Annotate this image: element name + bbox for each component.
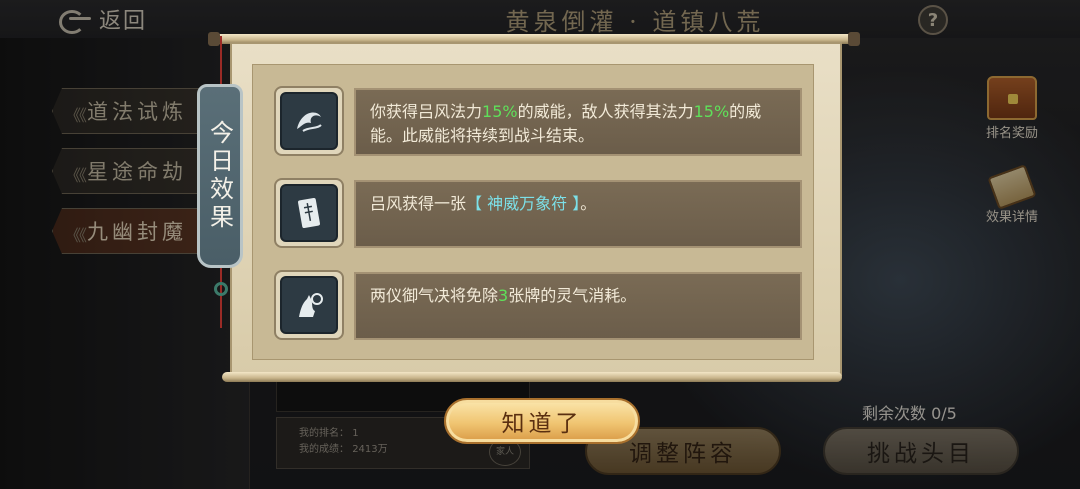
effect-description: 两仪御气决将免除3张牌的灵气消耗。 (354, 272, 802, 340)
effect-row: 吕风获得一张【 神威万象符 】。 (270, 176, 805, 252)
talisman-card-icon (280, 184, 338, 242)
effect-text-part: 你获得吕风法力 (370, 102, 483, 121)
effect-highlight: 【 神威万象符 】 (466, 194, 581, 213)
effect-highlight: 15% (693, 102, 730, 121)
effect-text-part: 两仪御气决将免除 (370, 286, 499, 305)
effect-text-part: 张牌的灵气消耗。 (508, 286, 637, 305)
effect-highlight: 3 (498, 286, 509, 305)
scroll-bottom-rod (222, 372, 842, 382)
confirm-button[interactable]: 知道了 (444, 398, 640, 444)
effect-description: 吕风获得一张【 神威万象符 】。 (354, 180, 802, 248)
effect-icon-frame (274, 86, 344, 156)
rod-cap (208, 32, 220, 46)
effect-highlight: 15% (482, 102, 518, 121)
today-effect-tag: 今日效果 (197, 84, 243, 268)
tag-string (220, 36, 222, 88)
effect-description: 你获得吕风法力15%的威能，敌人获得其法力15%的威能。此威能将持续到战斗结束。 (354, 88, 802, 156)
effect-icon-frame (274, 178, 344, 248)
tag-tassel (220, 268, 222, 328)
effect-text-part: 。 (580, 194, 597, 213)
effect-icon-frame (274, 270, 344, 340)
effect-text-part: 吕风获得一张 (370, 194, 467, 213)
effect-row: 两仪御气决将免除3张牌的灵气消耗。 (270, 268, 805, 344)
jade-ring-icon (214, 282, 228, 296)
effect-text-part: 的威能，敌人获得其法力 (517, 102, 694, 121)
rod-cap (848, 32, 860, 46)
today-effect-label: 今日效果 (205, 120, 234, 232)
hand-seal-icon (280, 276, 338, 334)
effect-row: 你获得吕风法力15%的威能，敌人获得其法力15%的威能。此威能将持续到战斗结束。 (270, 84, 805, 160)
dragon-power-icon (280, 92, 338, 150)
